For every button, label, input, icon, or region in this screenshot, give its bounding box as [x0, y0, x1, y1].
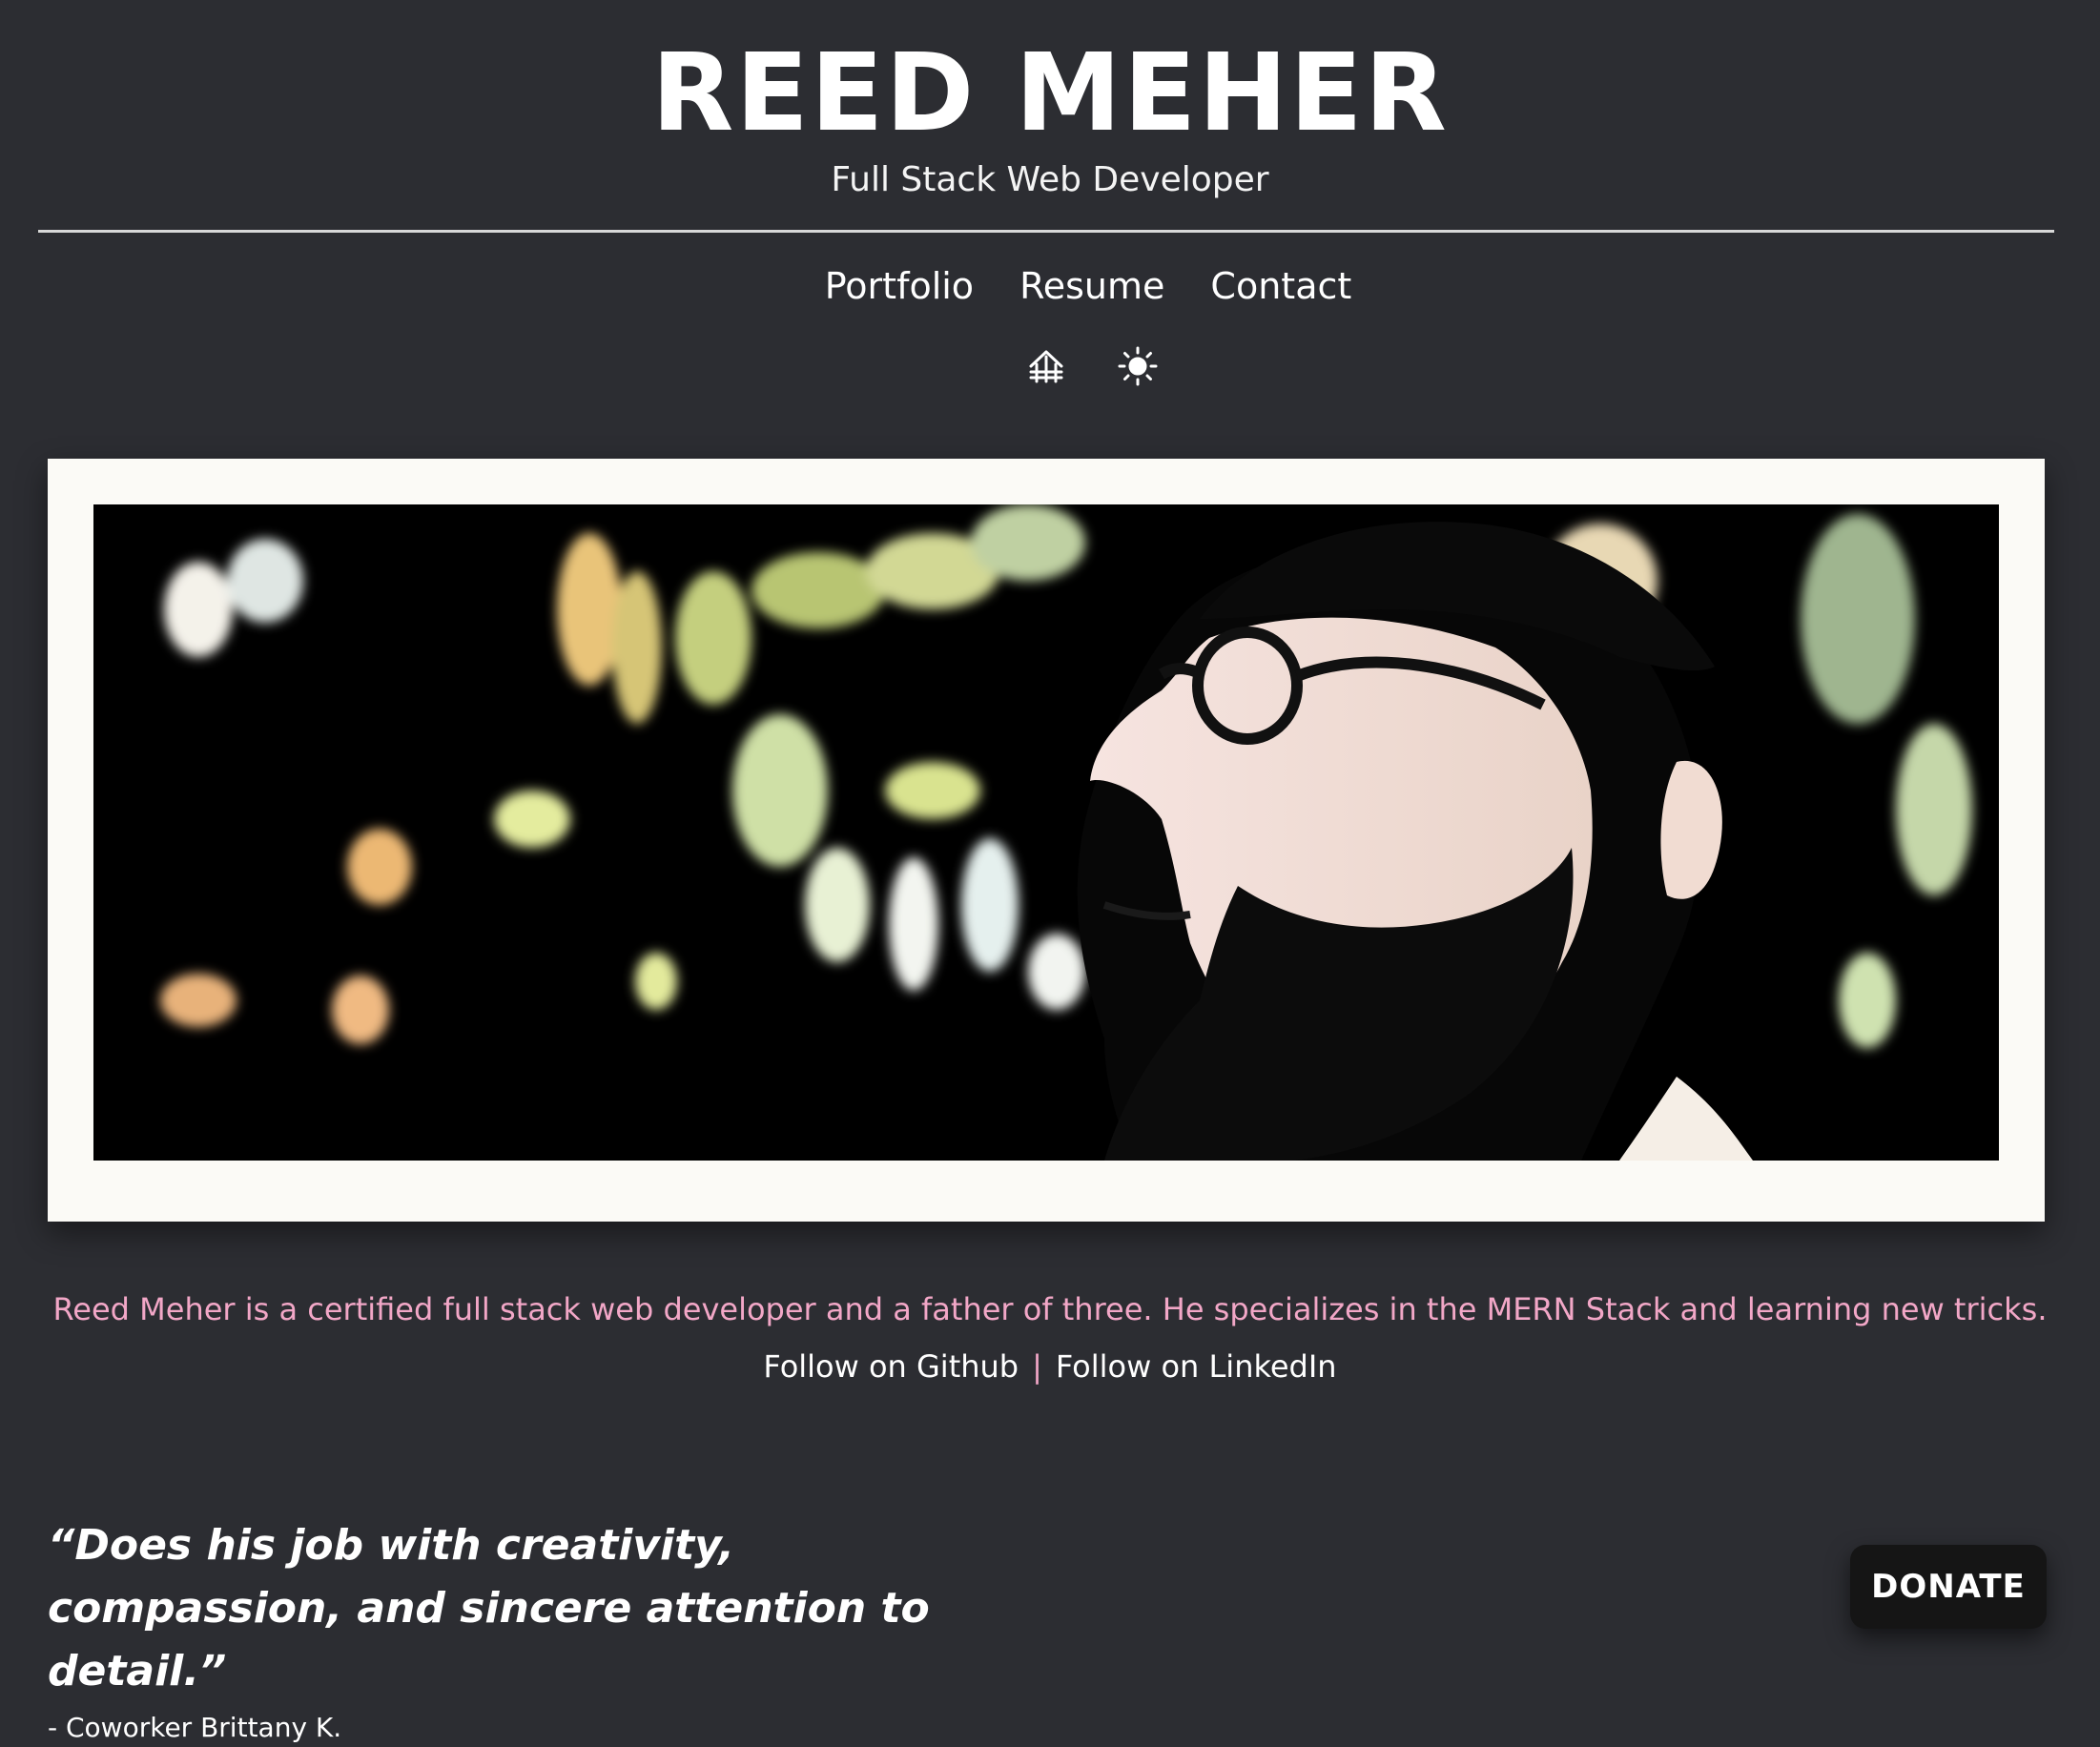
- testimonial: “Does his job with creativity, compassio…: [48, 1514, 1192, 1747]
- social-links: Follow on Github | Follow on LinkedIn: [0, 1343, 2100, 1390]
- nav-portfolio[interactable]: Portfolio: [825, 259, 974, 313]
- testimonial-quote: “Does his job with creativity, compassio…: [48, 1521, 930, 1696]
- home-icon[interactable]: [1025, 345, 1067, 387]
- header-divider: [38, 230, 2054, 233]
- github-link[interactable]: Follow on Github: [763, 1348, 1019, 1385]
- donate-button[interactable]: DONATE: [1850, 1545, 2047, 1629]
- profile-photo: [93, 504, 1999, 1161]
- link-separator: |: [1032, 1348, 1042, 1385]
- nav-contact[interactable]: Contact: [1210, 259, 1351, 313]
- main-nav: Portfolio Resume Contact: [0, 259, 2100, 313]
- linkedin-link[interactable]: Follow on LinkedIn: [1056, 1348, 1337, 1385]
- nav-resume[interactable]: Resume: [1019, 259, 1164, 313]
- sun-icon[interactable]: [1117, 345, 1159, 387]
- icon-row: [0, 345, 2100, 387]
- site-title: REED MEHER: [651, 31, 1449, 155]
- hero-frame: [48, 459, 2045, 1222]
- bio-text: Reed Meher is a certified full stack web…: [52, 1291, 2048, 1327]
- site-subtitle: Full Stack Web Developer: [831, 160, 1269, 199]
- testimonial-author: - Coworker Brittany K.: [48, 1712, 342, 1743]
